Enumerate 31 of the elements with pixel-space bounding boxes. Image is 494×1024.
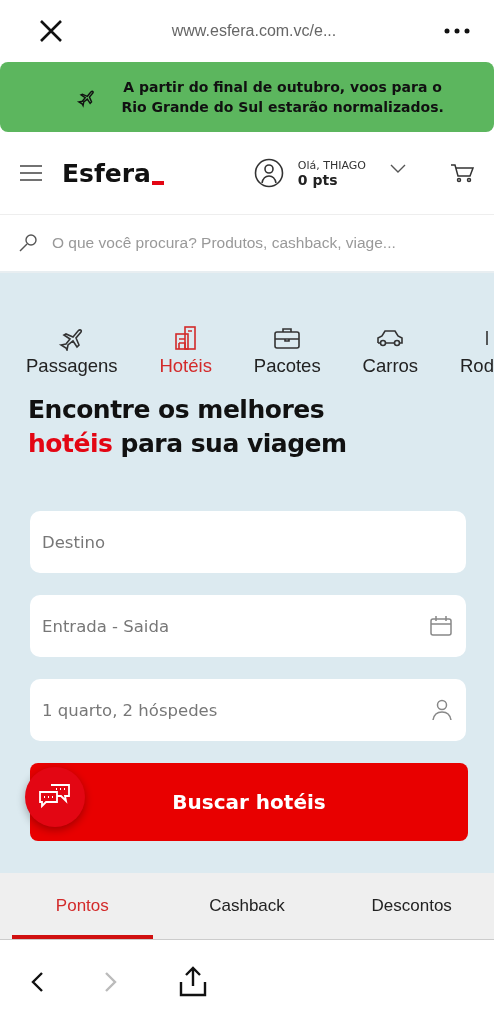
chevron-down-icon[interactable]	[390, 164, 406, 174]
menu-button[interactable]	[20, 165, 42, 181]
search-icon	[18, 233, 38, 253]
cart-icon[interactable]	[450, 163, 474, 183]
category-tab[interactable]: Pacotes	[253, 325, 321, 377]
more-button[interactable]	[444, 28, 470, 34]
calendar-icon	[430, 615, 452, 637]
greeting-text: Olá, THIAGO	[297, 158, 366, 172]
back-button[interactable]	[30, 971, 44, 993]
input-field[interactable]: Entrada - Saida	[30, 595, 466, 657]
category-tab[interactable]: Passagens	[26, 325, 118, 377]
person-icon	[432, 699, 452, 721]
points-text: 0 pts	[297, 171, 339, 188]
section-tab[interactable]: Cashback	[176, 873, 318, 939]
close-button[interactable]	[38, 18, 64, 44]
input-field[interactable]: Destino	[30, 511, 466, 573]
logo[interactable]: Esfera	[62, 158, 164, 188]
page-heading: Encontre os melhores hotéis para sua viagem	[28, 394, 348, 460]
notice-text: A partir do final de outubro, voos para o Rio Grande do Sul estarão normalizados.	[120, 78, 445, 117]
search-hotels-button[interactable]: Buscar hotéis	[30, 763, 468, 841]
share-button[interactable]	[178, 966, 208, 998]
user-icon[interactable]	[253, 158, 284, 188]
category-tab[interactable]: Carros	[362, 325, 419, 377]
category-tab[interactable]: Hotéis	[159, 325, 212, 377]
input-field[interactable]: 1 quarto, 2 hóspedes	[30, 679, 466, 741]
briefcase-icon	[272, 325, 303, 351]
section-tab[interactable]: Pontos	[12, 873, 153, 939]
category-tab[interactable]: Rod	[460, 325, 494, 377]
section-tab[interactable]: Descontos	[341, 873, 482, 939]
url-text[interactable]: www.esfera.com.vc/e...	[171, 22, 337, 40]
search-placeholder: O que você procura? Produtos, cashback, viage...	[52, 234, 396, 252]
